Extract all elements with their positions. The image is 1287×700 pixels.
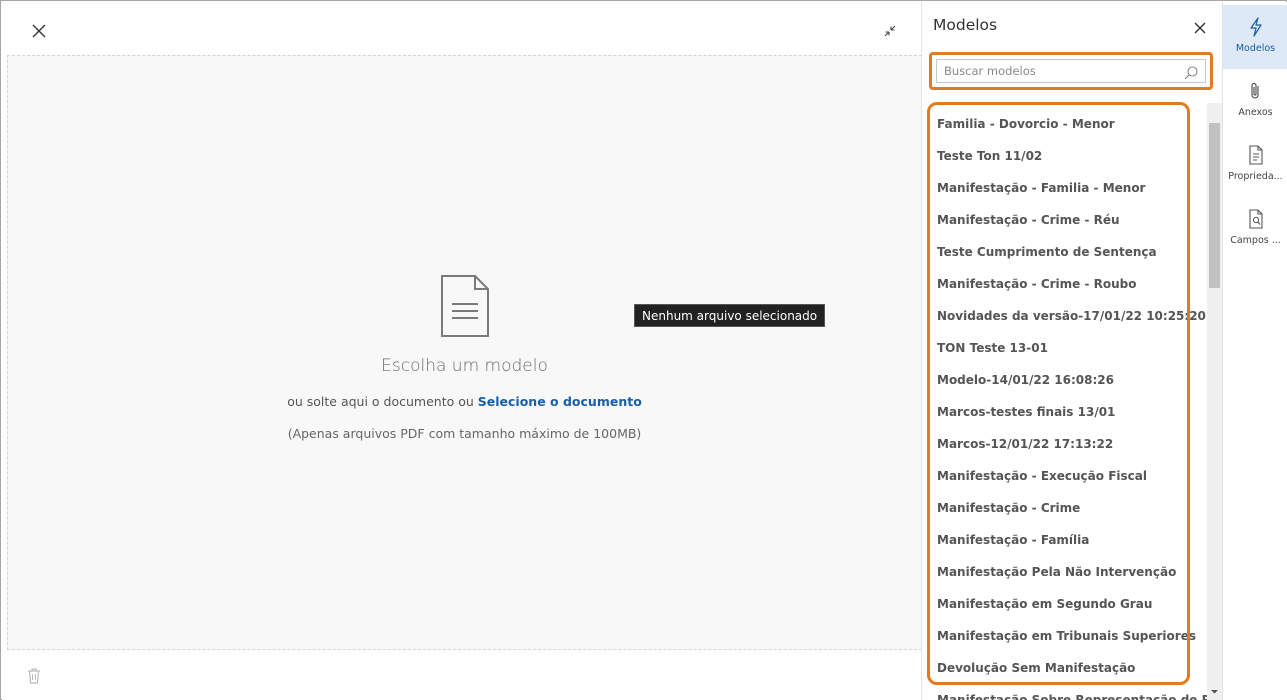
document-dropzone[interactable]: Escolha um modelo ou solte aqui o docume… [7,55,922,650]
rail-label: Campos ... [1230,235,1281,246]
search-box [936,59,1206,83]
template-item[interactable]: Marcos-testes finais 13/01 [937,396,1115,428]
template-item[interactable]: Teste Ton 11/02 [937,140,1042,172]
scroll-down-arrow-icon[interactable] [1207,684,1222,699]
template-item[interactable]: Novidades da versão-17/01/22 10:25:20 [937,300,1206,332]
template-item[interactable]: Marcos-12/01/22 17:13:22 [937,428,1113,460]
rail-item-propriedades[interactable]: Proprieda... [1223,133,1287,197]
side-rail: Modelos Anexos Proprieda... Campos ... [1222,2,1287,700]
rail-item-modelos[interactable]: Modelos [1223,5,1287,69]
choose-template-title: Escolha um modelo [381,356,548,376]
document-search-icon [1249,209,1263,229]
templates-panel: Modelos Familia - Dovorcio - Menor Teste… [921,2,1222,700]
template-item[interactable]: Manifestação - Crime - Roubo [937,268,1137,300]
collapse-icon[interactable] [878,20,902,42]
document-icon [441,275,489,337]
search-highlight [929,52,1213,90]
file-size-hint: (Apenas arquivos PDF com tamanho máximo … [287,426,642,441]
document-properties-icon [1249,145,1263,165]
drop-instructions: ou solte aqui o documento ou Selecione o… [8,394,921,409]
template-item[interactable]: Manifestação Pela Não Intervenção [937,556,1176,588]
template-item[interactable]: Manifestação - Execução Fiscal [937,460,1147,492]
panel-close-icon[interactable] [1190,18,1210,38]
template-item[interactable]: Familia - Dovorcio - Menor [937,108,1115,140]
template-item[interactable]: Manifestação em Segundo Grau [937,588,1152,620]
panel-title: Modelos [933,16,998,34]
lightning-icon [1250,17,1262,37]
drop-text: ou solte aqui o documento ou [287,394,474,409]
trash-icon[interactable] [26,667,42,685]
paperclip-icon [1251,82,1259,99]
rail-item-anexos[interactable]: Anexos [1223,69,1287,133]
template-item[interactable]: Devolução Sem Manifestação [937,652,1135,684]
rail-label: Modelos [1235,43,1276,54]
template-item[interactable]: Modelo-14/01/22 16:08:26 [937,364,1114,396]
search-icon[interactable] [1183,65,1199,81]
template-item[interactable]: Manifestação Sobre Representação de Pris… [937,684,1208,700]
document-pane: Escolha um modelo ou solte aqui o docume… [2,2,922,700]
search-input[interactable] [937,60,1205,82]
template-item[interactable]: Manifestação - Familia - Menor [937,172,1145,204]
select-document-link[interactable]: Selecione o documento [478,394,642,409]
template-item[interactable]: Manifestação em Tribunais Superiores [937,620,1196,652]
template-item[interactable]: Teste Cumprimento de Sentença [937,236,1157,268]
template-item[interactable]: TON Teste 13-01 [937,332,1048,364]
close-icon[interactable] [28,20,50,42]
no-file-tooltip: Nenhum arquivo selecionado [634,304,826,327]
template-item[interactable]: Manifestação - Crime [937,492,1080,524]
rail-label: Anexos [1238,107,1273,118]
template-item[interactable]: Manifestação - Crime - Réu [937,204,1120,236]
scrollbar-thumb[interactable] [1209,123,1220,288]
templates-list: Familia - Dovorcio - Menor Teste Ton 11/… [922,103,1208,700]
rail-label: Proprieda... [1228,171,1283,182]
rail-item-campos[interactable]: Campos ... [1223,197,1287,261]
app-window: Escolha um modelo ou solte aqui o docume… [0,0,1287,700]
template-item[interactable]: Manifestação - Família [937,524,1089,556]
